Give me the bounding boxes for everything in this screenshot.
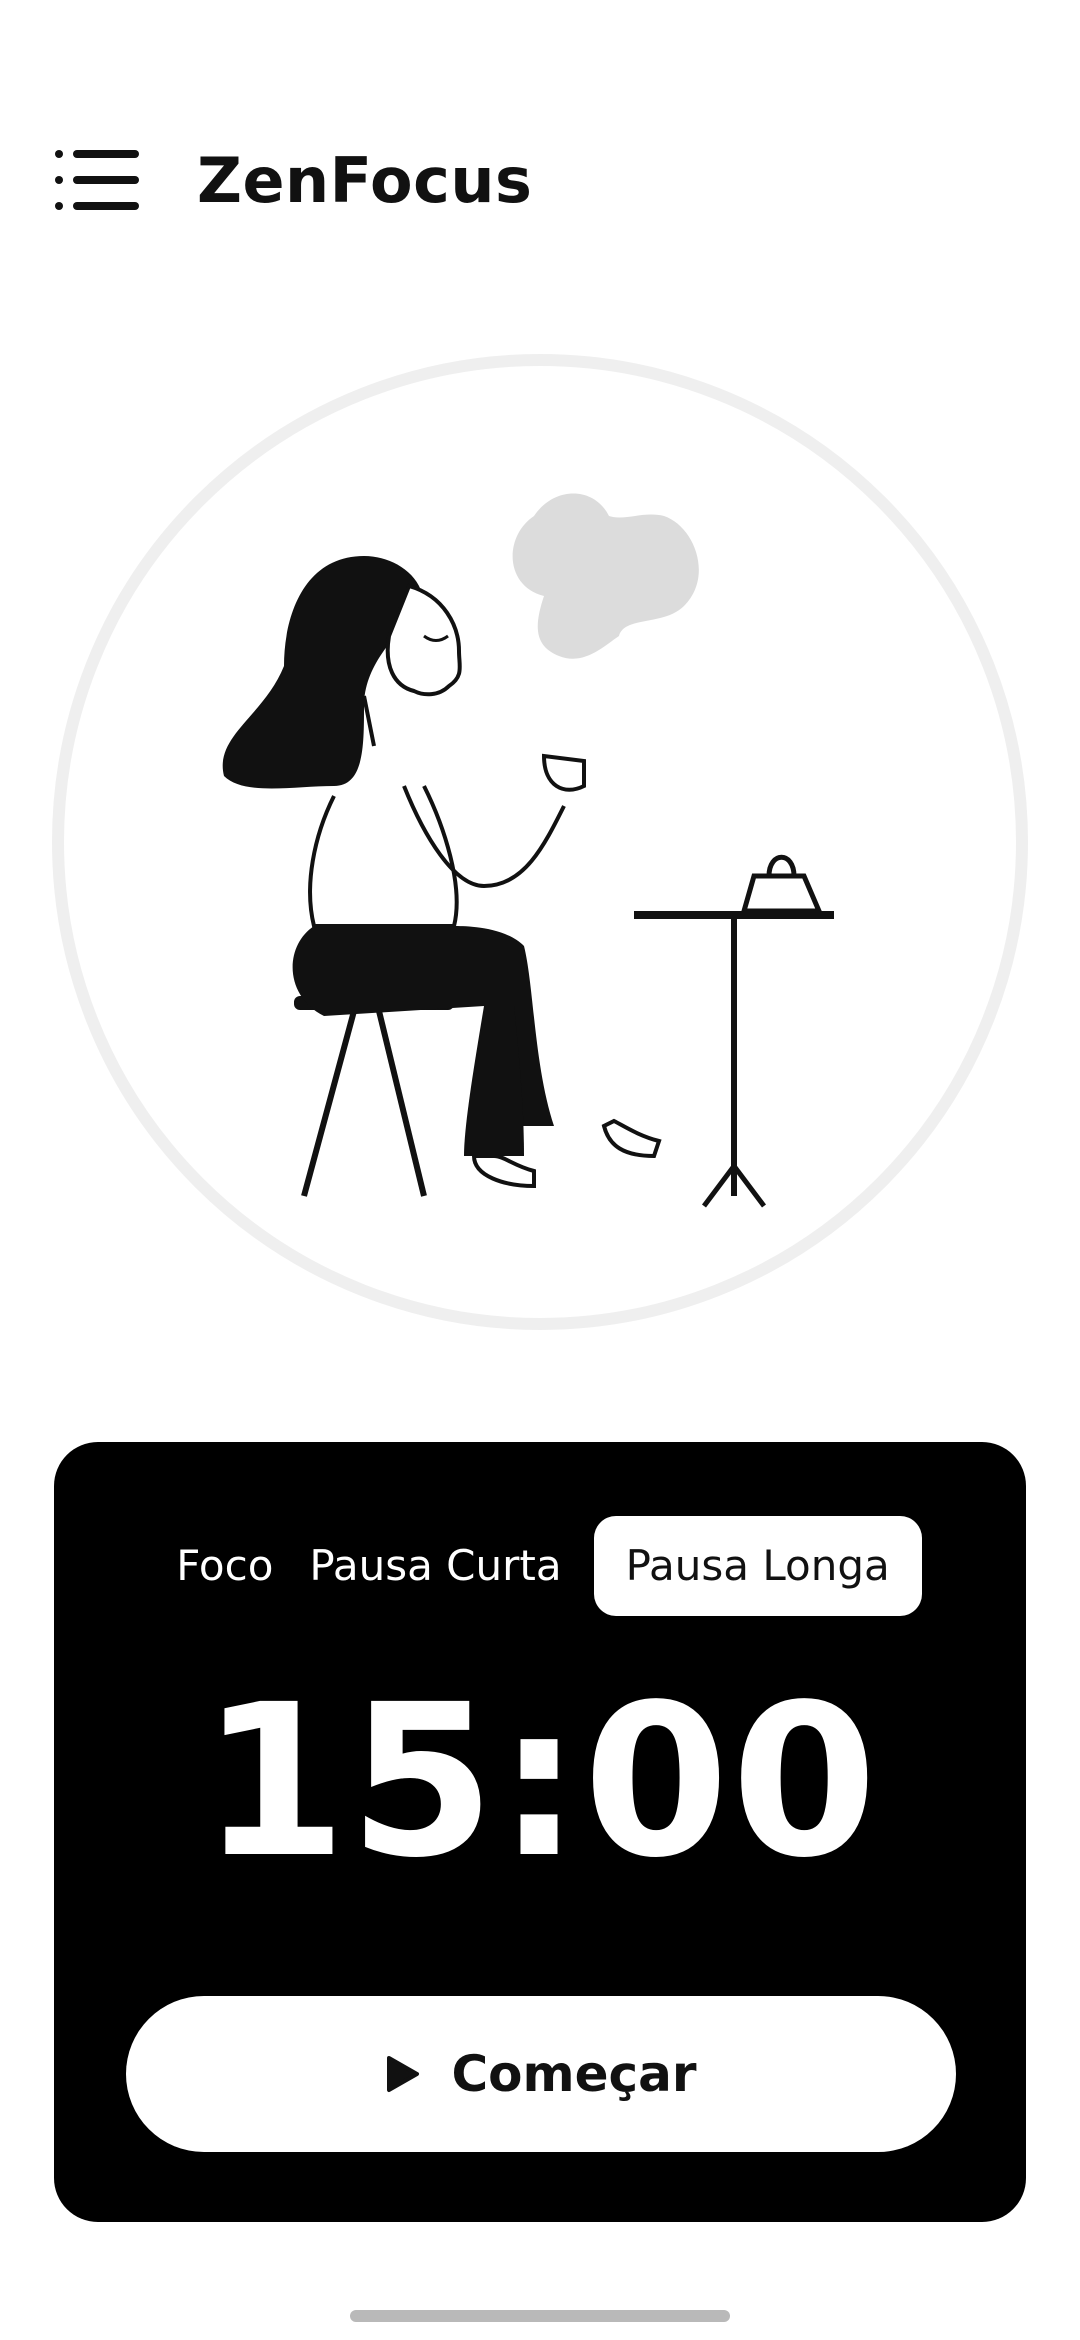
- tab-pausa-curta[interactable]: Pausa Curta: [291, 1516, 579, 1616]
- mode-tabs: Foco Pausa Curta Pausa Longa: [54, 1514, 1026, 1618]
- tab-foco[interactable]: Foco: [158, 1516, 291, 1616]
- illustration-frame: [52, 354, 1028, 1330]
- start-button[interactable]: Começar: [126, 1996, 956, 2152]
- timer-display: 15:00: [200, 1659, 880, 1904]
- app-title: ZenFocus: [197, 143, 533, 217]
- app-header: ZenFocus: [55, 130, 532, 230]
- tab-pausa-longa[interactable]: Pausa Longa: [593, 1516, 922, 1616]
- start-button-label: Começar: [451, 2045, 697, 2103]
- timer-card: Foco Pausa Curta Pausa Longa 15:00 Começ…: [54, 1442, 1026, 2222]
- app-screen: ZenFocus Foco Pausa Curta Pausa Longa 15…: [0, 0, 1080, 2340]
- woman-drinking-coffee-illustration: [222, 493, 834, 1208]
- home-indicator[interactable]: [350, 2310, 730, 2322]
- play-icon: [387, 2056, 420, 2092]
- menu-button[interactable]: [55, 150, 147, 210]
- hamburger-menu-icon: [55, 150, 147, 158]
